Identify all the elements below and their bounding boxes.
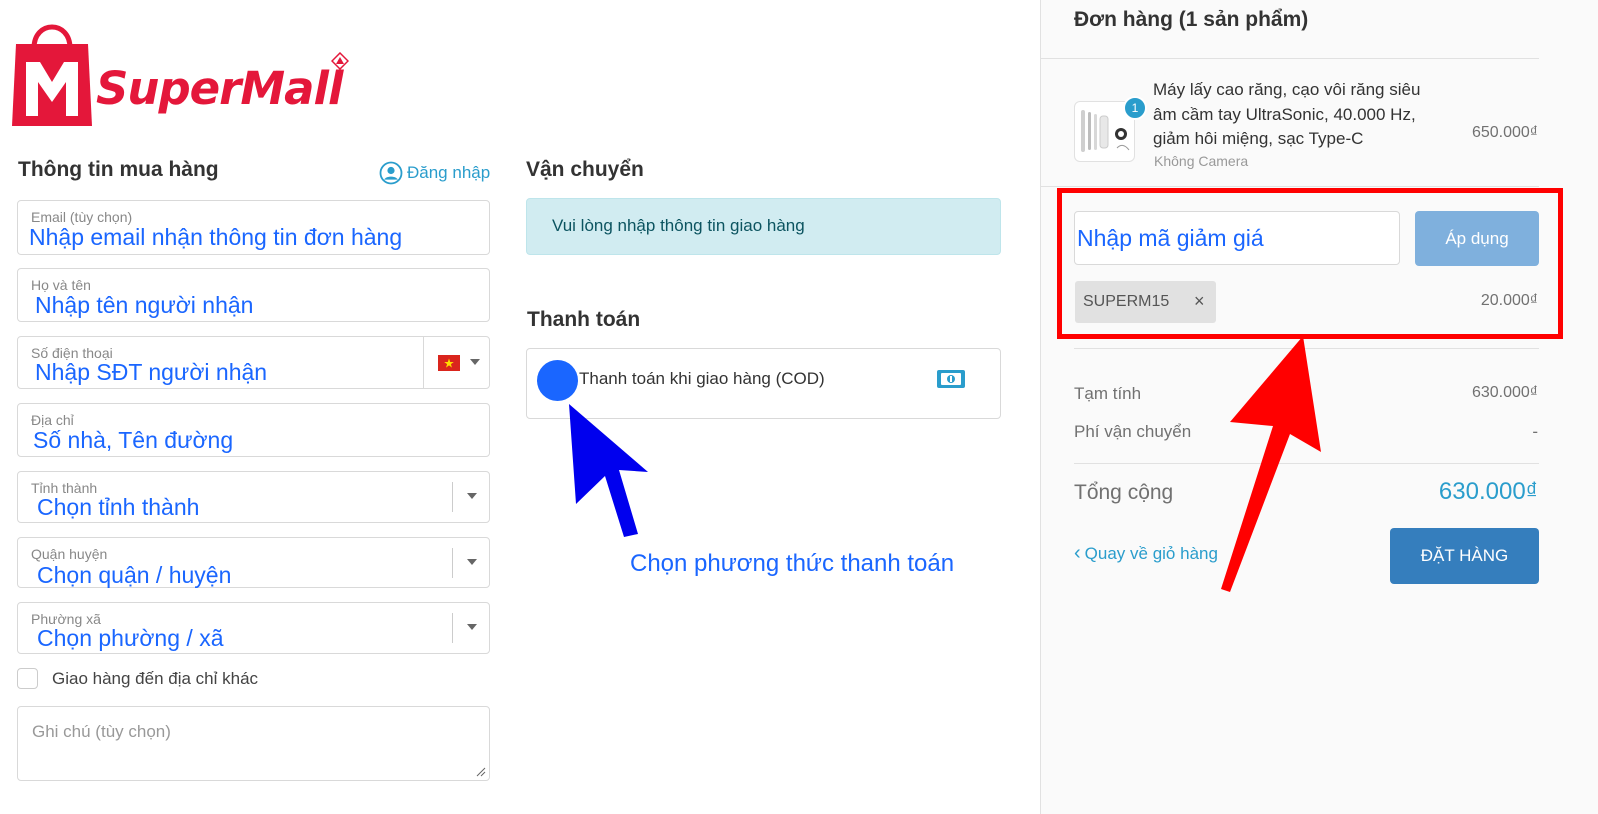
shopping-bag-logo-icon — [12, 24, 92, 126]
place-order-button[interactable]: ĐẶT HÀNG — [1390, 528, 1539, 584]
shipping-title: Vận chuyển — [526, 158, 644, 181]
customer-info-title: Thông tin mua hàng — [18, 158, 219, 181]
address-field[interactable]: Địa chỉ Số nhà, Tên đường — [17, 403, 490, 457]
address-label: Địa chỉ — [31, 412, 74, 428]
vietnam-flag-icon — [438, 355, 460, 371]
discount-highlight-box — [1057, 188, 1563, 339]
shipping-fee-label: Phí vận chuyển — [1074, 422, 1192, 441]
product-name: Máy lấy cao răng, cạo vôi răng siêu âm c… — [1153, 80, 1421, 148]
name-value: Nhập tên người nhận — [35, 292, 254, 318]
login-label: Đăng nhập — [407, 163, 491, 182]
ward-select[interactable]: Phường xã Chọn phường / xã — [17, 602, 490, 654]
payment-title: Thanh toán — [527, 308, 641, 331]
district-select[interactable]: Quận huyện Chọn quận / huyện — [17, 537, 490, 588]
province-select[interactable]: Tỉnh thành Chọn tỉnh thành — [17, 471, 490, 523]
resize-handle-icon[interactable] — [476, 767, 486, 777]
name-field[interactable]: Họ và tên Nhập tên người nhận — [17, 268, 490, 322]
payment-annotation: Chọn phương thức thanh toán — [630, 550, 955, 577]
total-value: 630.000₫ — [1438, 478, 1538, 505]
payment-method-label: Thanh toán khi giao hàng (COD) — [579, 369, 825, 388]
shipping-notice-text: Vui lòng nhập thông tin giao hàng — [552, 216, 805, 235]
subtotal-label: Tạm tính — [1074, 384, 1142, 403]
ship-other-label: Giao hàng đến địa chỉ khác — [52, 669, 259, 688]
province-value: Chọn tỉnh thành — [37, 494, 200, 520]
annotation-arrow-red — [1221, 336, 1321, 592]
quantity-badge: 1 — [1123, 96, 1147, 120]
product-variant: Không Camera — [1154, 153, 1249, 169]
district-label: Quận huyện — [31, 546, 108, 562]
ward-value: Chọn phường / xã — [37, 625, 224, 651]
subtotal-value: 630.000₫ — [1471, 384, 1538, 401]
brand-mark-icon — [331, 52, 349, 70]
user-circle-icon — [379, 161, 403, 185]
district-value: Chọn quận / huyện — [37, 562, 232, 588]
order-title: Đơn hàng (1 sản phẩm) — [1074, 8, 1309, 31]
total-label: Tổng cộng — [1074, 481, 1174, 504]
email-value: Nhập email nhận thông tin đơn hàng — [29, 224, 403, 250]
note-textarea[interactable]: Ghi chú (tùy chọn) — [17, 706, 490, 781]
ship-other-checkbox[interactable] — [17, 668, 38, 689]
email-label: Email (tùy chọn) — [31, 209, 133, 225]
login-link[interactable]: Đăng nhập — [379, 161, 490, 185]
chevron-down-icon — [467, 559, 477, 565]
chevron-down-icon — [467, 493, 477, 499]
back-to-cart-label: Quay về giỏ hàng — [1084, 544, 1218, 563]
phone-value: Nhập SĐT người nhận — [35, 359, 268, 385]
product-price: 650.000₫ — [1471, 124, 1538, 141]
cash-icon — [937, 370, 965, 388]
email-field[interactable]: Email (tùy chọn) Nhập email nhận thông t… — [17, 200, 490, 255]
chevron-left-icon: ‹ — [1074, 542, 1081, 564]
chevron-down-icon — [470, 359, 480, 365]
back-to-cart-link[interactable]: ‹ Quay về giỏ hàng — [1074, 542, 1218, 564]
annotation-arrow-blue — [569, 404, 648, 537]
name-label: Họ và tên — [31, 277, 91, 293]
payment-radio[interactable] — [537, 360, 578, 401]
brand-name: SuperMall — [96, 62, 343, 115]
note-placeholder: Ghi chú (tùy chọn) — [32, 722, 171, 741]
address-value: Số nhà, Tên đường — [33, 427, 234, 453]
shipping-fee-value: - — [1532, 422, 1538, 441]
chevron-down-icon — [467, 624, 477, 630]
country-code-select[interactable] — [424, 337, 490, 388]
shipping-notice: Vui lòng nhập thông tin giao hàng — [526, 198, 1001, 255]
phone-field[interactable]: Số điện thoại Nhập SĐT người nhận — [17, 336, 490, 389]
